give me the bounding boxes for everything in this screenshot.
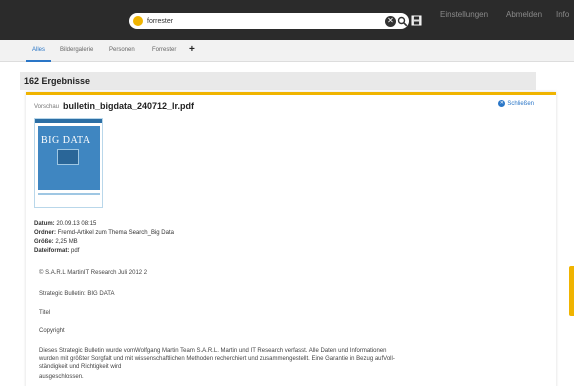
preview-paragraph-line: ausgeschlossen. bbox=[39, 374, 84, 380]
tab-bar: Alles Bildergalerie Personen Forrester + bbox=[0, 40, 574, 62]
thumbnail-image bbox=[57, 149, 79, 165]
preview-line: © S.A.R.L MartinIT Research Juli 2012 2 bbox=[39, 270, 148, 276]
search-box[interactable]: forrester ✕ bbox=[129, 13, 409, 29]
search-input[interactable]: forrester bbox=[147, 18, 385, 25]
search-token-icon bbox=[133, 16, 143, 26]
meta-folder: Ordner: Fremd-Artikel zum Thema Search_B… bbox=[34, 230, 174, 236]
results-count: 162 Ergebnisse bbox=[24, 76, 91, 86]
tab-personen[interactable]: Personen bbox=[109, 47, 135, 53]
thumbnail-title: BIG DATA bbox=[41, 135, 91, 146]
preview-paragraph-line: wurden mit größter Sorgfalt und mit wiss… bbox=[39, 356, 395, 362]
tab-forrester[interactable]: Forrester bbox=[152, 47, 176, 53]
meta-format: Dateiformat: pdf bbox=[34, 248, 79, 254]
preview-line: Strategic Bulletin: BIG DATA bbox=[39, 291, 115, 297]
tab-bildergalerie[interactable]: Bildergalerie bbox=[60, 47, 93, 53]
meta-size-value: 2,25 MB bbox=[55, 239, 78, 245]
preview-line: Copyright bbox=[39, 328, 65, 334]
document-thumbnail[interactable]: BIG DATA bbox=[34, 118, 103, 208]
info-link[interactable]: Info bbox=[556, 10, 569, 19]
logout-link[interactable]: Abmelden bbox=[506, 10, 542, 19]
meta-format-label: Dateiformat: bbox=[34, 248, 70, 254]
tab-alles[interactable]: Alles bbox=[32, 47, 45, 53]
thumbnail-footer bbox=[38, 193, 100, 195]
preview-paragraph-line: ständigkeit und Richtigkeit wird bbox=[39, 364, 122, 370]
thumbnail-header-band bbox=[35, 119, 102, 123]
preview-line: Titel bbox=[39, 310, 51, 316]
preview-paragraph-line: Dieses Strategic Bulletin wurde vomWolfg… bbox=[39, 348, 387, 354]
close-circle-icon: ✕ bbox=[498, 100, 506, 107]
search-icon[interactable] bbox=[397, 16, 408, 27]
meta-format-value: pdf bbox=[71, 248, 80, 254]
settings-link[interactable]: Einstellungen bbox=[440, 10, 488, 19]
meta-size-label: Größe: bbox=[34, 239, 54, 245]
add-tab-button[interactable]: + bbox=[189, 44, 195, 55]
close-label: Schließen bbox=[507, 100, 534, 107]
save-icon[interactable] bbox=[411, 15, 422, 26]
meta-date: Datum: 20.09.13 08:15 bbox=[34, 221, 96, 227]
preview-filename: bulletin_bigdata_240712_lr.pdf bbox=[63, 101, 195, 111]
meta-date-value: 20.09.13 08:15 bbox=[56, 221, 97, 227]
clear-icon[interactable]: ✕ bbox=[385, 15, 396, 27]
close-button[interactable]: ✕ Schließen bbox=[498, 100, 534, 107]
results-header: 162 Ergebnisse bbox=[20, 72, 536, 90]
side-drawer-handle[interactable] bbox=[569, 266, 574, 316]
meta-folder-label: Ordner: bbox=[34, 230, 57, 236]
meta-date-label: Datum: bbox=[34, 221, 55, 227]
meta-folder-value: Fremd-Artikel zum Thema Search_Big Data bbox=[57, 230, 174, 236]
preview-panel: Vorschau bulletin_bigdata_240712_lr.pdf … bbox=[26, 92, 556, 386]
active-tab-indicator bbox=[26, 60, 51, 62]
preview-label: Vorschau bbox=[34, 104, 60, 110]
top-bar: forrester ✕ Einstellungen Abmelden Info bbox=[0, 0, 574, 40]
meta-size: Größe: 2,25 MB bbox=[34, 239, 78, 245]
